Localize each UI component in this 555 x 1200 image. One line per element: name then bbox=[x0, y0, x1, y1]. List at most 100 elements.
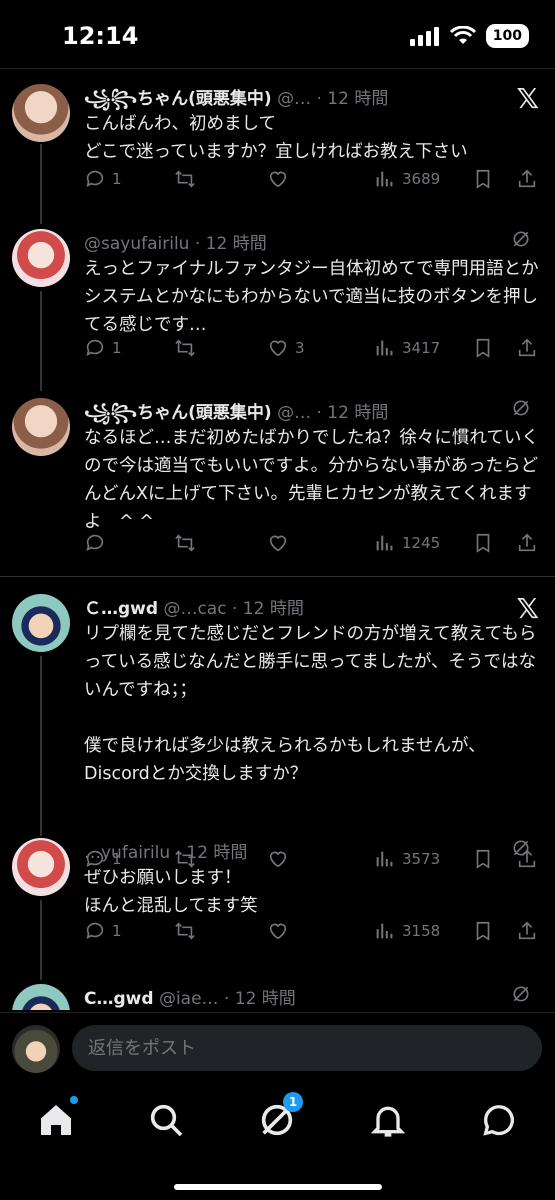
heart-icon bbox=[269, 171, 287, 188]
grok-icon[interactable] bbox=[511, 398, 531, 418]
bottom-tab-bar: 1 bbox=[0, 1084, 555, 1200]
reply-composer bbox=[0, 1012, 555, 1085]
views-count: 3689 bbox=[402, 170, 441, 188]
bookmark-icon bbox=[476, 169, 490, 189]
retweet-icon bbox=[175, 922, 195, 940]
tweet-time: 12 時間 bbox=[186, 843, 248, 863]
tweet[interactable]: Ｃ…gwd @…cac · 12 時間 𝕏 リプ欄を見てた感じだとフレンドの方が… bbox=[0, 580, 555, 869]
tweet[interactable]: C…gwd @iae… · 12 時間 bbox=[0, 970, 555, 1010]
search-icon bbox=[150, 1104, 183, 1137]
signal-icon bbox=[409, 27, 439, 46]
tweet[interactable]: @sayufairilu · 12 時間 えっとファイナルファンタジー自体初めて… bbox=[0, 215, 555, 391]
bookmark-button[interactable] bbox=[472, 532, 494, 554]
bell-icon bbox=[370, 1106, 406, 1137]
views-icon bbox=[376, 535, 393, 551]
tab-home[interactable] bbox=[36, 1096, 78, 1140]
author-name[interactable]: ꧁꧂ちゃん(頭悪集中) bbox=[84, 403, 272, 423]
like-button[interactable] bbox=[267, 532, 289, 554]
tab-notifications[interactable] bbox=[368, 1100, 408, 1140]
like-count: 3 bbox=[295, 339, 305, 357]
retweet-button[interactable] bbox=[174, 920, 196, 942]
reply-count: 1 bbox=[112, 170, 122, 188]
share-button[interactable] bbox=[516, 337, 538, 359]
author-handle[interactable]: …yufairilu bbox=[84, 843, 170, 863]
heart-icon bbox=[269, 340, 287, 357]
tweet-time: 12 時間 bbox=[327, 403, 389, 423]
reply-button[interactable]: 1 bbox=[84, 337, 122, 359]
reply-count: 1 bbox=[112, 339, 122, 357]
author-handle[interactable]: @…cac bbox=[163, 599, 226, 619]
tweet-text: ぜひお願いします！ ほんと混乱してます笑 bbox=[84, 868, 258, 916]
share-icon bbox=[518, 921, 536, 940]
tweet-time: 12 時間 bbox=[234, 989, 296, 1009]
avatar[interactable] bbox=[12, 984, 70, 1010]
avatar[interactable] bbox=[12, 1025, 60, 1073]
tweet-time: 12 時間 bbox=[242, 599, 304, 619]
bookmark-button[interactable] bbox=[472, 920, 494, 942]
bookmark-icon bbox=[476, 921, 490, 941]
author-handle[interactable]: @… bbox=[277, 403, 311, 423]
reply-button[interactable] bbox=[84, 532, 106, 554]
bookmark-button[interactable] bbox=[472, 337, 494, 359]
share-button[interactable] bbox=[516, 532, 538, 554]
share-button[interactable] bbox=[516, 168, 538, 190]
grok-icon[interactable] bbox=[511, 229, 531, 249]
like-button[interactable] bbox=[267, 920, 289, 942]
avatar[interactable] bbox=[12, 229, 70, 287]
author-name[interactable]: C…gwd bbox=[84, 989, 154, 1009]
retweet-button[interactable] bbox=[174, 337, 196, 359]
retweet-button[interactable] bbox=[174, 168, 196, 190]
share-icon bbox=[518, 533, 536, 552]
wifi-icon bbox=[449, 26, 476, 44]
reply-icon bbox=[86, 339, 104, 356]
reply-count: 1 bbox=[112, 922, 122, 940]
tweet[interactable]: …yufairilu · 12 時間 ぜひお願いします！ ほんと混乱してます笑 … bbox=[0, 824, 555, 980]
tweet-time: 12 時間 bbox=[205, 234, 267, 254]
tweet[interactable]: ꧁꧂ちゃん(頭悪集中) @… · 12 時間 なるほど…まだ初めたばかりでしたね… bbox=[0, 384, 555, 574]
reply-input[interactable] bbox=[72, 1025, 542, 1071]
avatar[interactable] bbox=[12, 838, 70, 896]
status-bar: 12:14 100 bbox=[0, 0, 555, 70]
battery-indicator: 100 bbox=[485, 24, 529, 48]
views-icon bbox=[376, 340, 393, 356]
reply-icon bbox=[86, 922, 104, 939]
avatar[interactable] bbox=[12, 398, 70, 456]
views-button[interactable]: 3689 bbox=[374, 168, 440, 190]
tweet[interactable]: ꧁꧂ちゃん(頭悪集中) @… · 12 時間 𝕏 こんばんわ、初めまして どこで… bbox=[0, 70, 555, 224]
tweet-time: 12 時間 bbox=[327, 89, 389, 109]
tweet-text: えっとファイナルファンタジー自体初めてで専門用語とかシステムとかなにもわからない… bbox=[84, 259, 539, 335]
tab-grok[interactable]: 1 bbox=[257, 1092, 303, 1140]
share-button[interactable] bbox=[516, 920, 538, 942]
retweet-icon bbox=[175, 339, 195, 357]
reply-thread[interactable]: ꧁꧂ちゃん(頭悪集中) @… · 12 時間 𝕏 こんばんわ、初めまして どこで… bbox=[0, 70, 555, 1010]
share-icon bbox=[518, 169, 536, 188]
avatar[interactable] bbox=[12, 594, 70, 652]
retweet-button[interactable] bbox=[174, 532, 196, 554]
tab-messages[interactable] bbox=[479, 1100, 519, 1140]
home-icon bbox=[41, 1105, 71, 1135]
bookmark-icon bbox=[476, 338, 490, 358]
views-button[interactable]: 3417 bbox=[374, 337, 440, 359]
grok-icon[interactable] bbox=[511, 984, 531, 1004]
tab-search[interactable] bbox=[146, 1100, 186, 1140]
author-name[interactable]: ꧁꧂ちゃん(頭悪集中) bbox=[84, 89, 272, 109]
avatar[interactable] bbox=[12, 84, 70, 142]
author-handle[interactable]: @iae… bbox=[159, 989, 219, 1009]
author-handle[interactable]: @… bbox=[277, 89, 311, 109]
notification-badge: 1 bbox=[283, 1092, 303, 1112]
author-handle[interactable]: @sayufairilu bbox=[84, 234, 189, 254]
author-name[interactable]: Ｃ…gwd bbox=[84, 599, 158, 619]
views-button[interactable]: 1245 bbox=[374, 532, 440, 554]
reply-button[interactable]: 1 bbox=[84, 168, 122, 190]
like-button[interactable] bbox=[267, 168, 289, 190]
heart-icon bbox=[269, 535, 287, 552]
share-icon bbox=[518, 338, 536, 357]
views-button[interactable]: 3158 bbox=[374, 920, 440, 942]
grok-icon[interactable] bbox=[511, 838, 531, 858]
tweet-text: リプ欄を見てた感じだとフレンドの方が増えて教えてもらっている感じなんだと勝手に思… bbox=[84, 624, 537, 784]
bookmark-button[interactable] bbox=[472, 168, 494, 190]
message-icon bbox=[483, 1105, 514, 1136]
reply-button[interactable]: 1 bbox=[84, 920, 122, 942]
tweet-text: こんばんわ、初めまして どこで迷っていますか？宜しければお教え下さい bbox=[84, 114, 468, 162]
like-button[interactable]: 3 bbox=[267, 337, 305, 359]
